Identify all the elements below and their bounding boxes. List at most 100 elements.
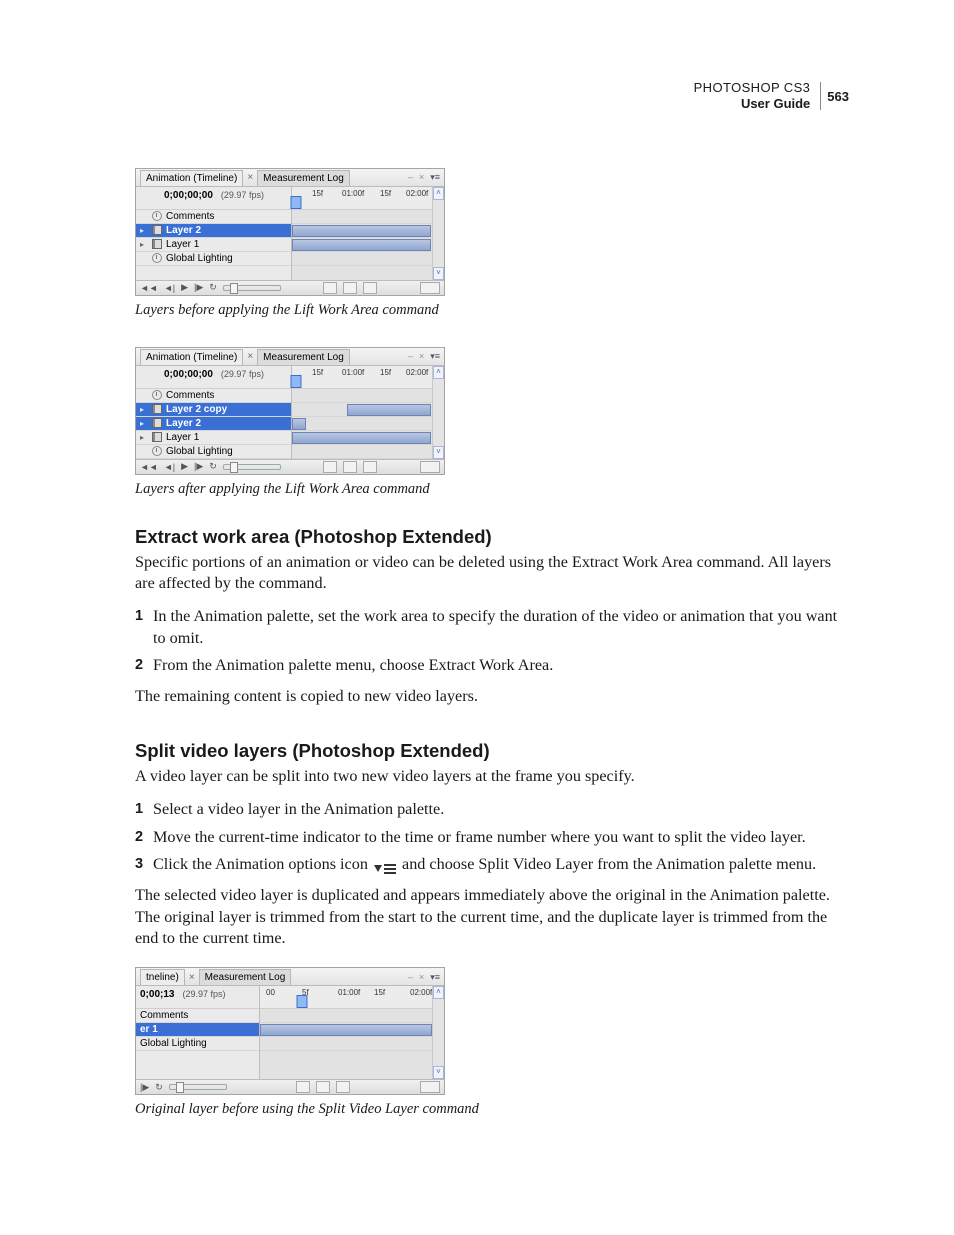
figure-caption: Layers before applying the Lift Work Are… (135, 302, 849, 319)
clip-layer-1[interactable] (292, 239, 431, 251)
step-forward-icon[interactable]: |▶ (194, 282, 203, 293)
trash-icon[interactable] (336, 1081, 350, 1093)
window-close-icon[interactable]: × (417, 172, 426, 183)
tab-close-icon[interactable]: × (185, 972, 199, 983)
tab-animation-timeline[interactable]: Animation (Timeline) (140, 170, 243, 186)
animation-options-icon (374, 860, 396, 874)
trash-icon[interactable] (363, 282, 377, 294)
step-forward-icon[interactable]: |▶ (194, 461, 203, 472)
row-layer-1[interactable]: er 1 (136, 1023, 259, 1037)
window-minimize-icon[interactable]: – (406, 972, 415, 983)
track-layer-2[interactable] (292, 417, 432, 431)
timeline-ruler[interactable]: 15f 01:00f 15f 02:00f (292, 187, 432, 210)
scroll-down-icon[interactable]: ˅ (433, 1066, 444, 1079)
clip-layer-2[interactable] (292, 418, 306, 430)
tab-animation-timeline[interactable]: tneline) (140, 969, 185, 985)
row-layer-2[interactable]: ▸ Layer 2 (136, 417, 291, 431)
trash-icon[interactable] (363, 461, 377, 473)
loop-icon[interactable]: ↻ (209, 461, 217, 472)
panel-toolbar: ◄◄ ◄| ▶ |▶ ↻ (136, 459, 444, 474)
loop-icon[interactable]: ↻ (155, 1082, 163, 1093)
track-layer-1[interactable] (292, 238, 432, 252)
zoom-slider[interactable] (223, 464, 281, 470)
panel-menu-icon[interactable]: ▾≡ (428, 972, 442, 983)
scroll-down-icon[interactable]: ˅ (433, 446, 444, 459)
animation-panel-split-before: tneline) × Measurement Log – × ▾≡ 0;00;1… (135, 967, 445, 1095)
animation-panel-after: Animation (Timeline) × Measurement Log –… (135, 347, 445, 475)
toolbar-button[interactable] (316, 1081, 330, 1093)
row-layer-2[interactable]: ▸ Layer 2 (136, 224, 291, 238)
convert-to-frame-icon[interactable] (420, 461, 440, 473)
timeline-ruler[interactable]: 00 5f 01:00f 15f 02:00f (260, 986, 432, 1009)
scrollbar-vertical[interactable]: ˄ ˅ (432, 366, 444, 459)
figure-split-before: tneline) × Measurement Log – × ▾≡ 0;00;1… (135, 967, 849, 1118)
rewind-icon[interactable]: ◄◄ (140, 283, 158, 293)
ruler-tick: 02:00f (406, 189, 428, 198)
steps-list: 1Select a video layer in the Animation p… (135, 799, 849, 875)
row-layer-1[interactable]: ▸ Layer 1 (136, 431, 291, 445)
window-minimize-icon[interactable]: – (406, 351, 415, 362)
playhead[interactable] (291, 196, 302, 209)
tab-close-icon[interactable]: × (243, 172, 257, 183)
window-close-icon[interactable]: × (417, 972, 426, 983)
convert-to-frame-icon[interactable] (420, 1081, 440, 1093)
heading-extract-work-area: Extract work area (Photoshop Extended) (135, 526, 849, 548)
toolbar-button[interactable] (323, 461, 337, 473)
row-global-lighting[interactable]: Global Lighting (136, 252, 291, 266)
tab-measurement-log[interactable]: Measurement Log (257, 349, 350, 365)
window-close-icon[interactable]: × (417, 351, 426, 362)
tab-measurement-log[interactable]: Measurement Log (199, 969, 292, 985)
row-global-lighting[interactable]: Global Lighting (136, 445, 291, 459)
step-forward-icon[interactable]: |▶ (140, 1082, 149, 1093)
figure-lift-after: Animation (Timeline) × Measurement Log –… (135, 347, 849, 498)
scroll-up-icon[interactable]: ˄ (433, 366, 444, 379)
window-minimize-icon[interactable]: – (406, 172, 415, 183)
row-global-lighting[interactable]: Global Lighting (136, 1037, 259, 1051)
step-back-icon[interactable]: ◄| (164, 462, 175, 472)
clip-layer-1[interactable] (260, 1024, 432, 1036)
tab-animation-timeline[interactable]: Animation (Timeline) (140, 349, 243, 365)
playhead[interactable] (291, 375, 302, 388)
tab-close-icon[interactable]: × (243, 351, 257, 362)
current-time-display: 0;00;00;00 (29.97 fps) (136, 187, 291, 210)
convert-to-frame-icon[interactable] (420, 282, 440, 294)
track-layer-2-copy[interactable] (292, 403, 432, 417)
zoom-slider[interactable] (223, 285, 281, 291)
scrollbar-vertical[interactable]: ˄ ˅ (432, 187, 444, 280)
guide-name: User Guide (694, 96, 811, 112)
step-back-icon[interactable]: ◄| (164, 283, 175, 293)
track-layer-1[interactable] (260, 1023, 432, 1037)
panel-menu-icon[interactable]: ▾≡ (428, 172, 442, 183)
toolbar-button[interactable] (296, 1081, 310, 1093)
clock-icon (152, 446, 162, 456)
scroll-down-icon[interactable]: ˅ (433, 267, 444, 280)
toolbar-button[interactable] (323, 282, 337, 294)
row-layer-1[interactable]: ▸ Layer 1 (136, 238, 291, 252)
row-layer-2-copy[interactable]: ▸ Layer 2 copy (136, 403, 291, 417)
loop-icon[interactable]: ↻ (209, 282, 217, 293)
row-comments[interactable]: Comments (136, 210, 291, 224)
clip-layer-2[interactable] (292, 225, 431, 237)
track-comments (292, 389, 432, 403)
rewind-icon[interactable]: ◄◄ (140, 462, 158, 472)
play-icon[interactable]: ▶ (181, 461, 188, 472)
track-layer-1[interactable] (292, 431, 432, 445)
scrollbar-vertical[interactable]: ˄ ˅ (432, 986, 444, 1079)
scroll-up-icon[interactable]: ˄ (433, 986, 444, 999)
page-header: PHOTOSHOP CS3 User Guide 563 (135, 80, 849, 113)
zoom-slider[interactable] (169, 1084, 227, 1090)
timeline-ruler[interactable]: 15f 01:00f 15f 02:00f (292, 366, 432, 389)
film-icon (152, 432, 162, 442)
track-layer-2[interactable] (292, 224, 432, 238)
row-comments[interactable]: Comments (136, 389, 291, 403)
clip-layer-1[interactable] (292, 432, 431, 444)
paragraph: The remaining content is copied to new v… (135, 686, 849, 707)
play-icon[interactable]: ▶ (181, 282, 188, 293)
tab-measurement-log[interactable]: Measurement Log (257, 170, 350, 186)
toolbar-button[interactable] (343, 461, 357, 473)
panel-menu-icon[interactable]: ▾≡ (428, 351, 442, 362)
scroll-up-icon[interactable]: ˄ (433, 187, 444, 200)
clip-layer-2-copy[interactable] (347, 404, 431, 416)
row-comments[interactable]: Comments (136, 1009, 259, 1023)
toolbar-button[interactable] (343, 282, 357, 294)
